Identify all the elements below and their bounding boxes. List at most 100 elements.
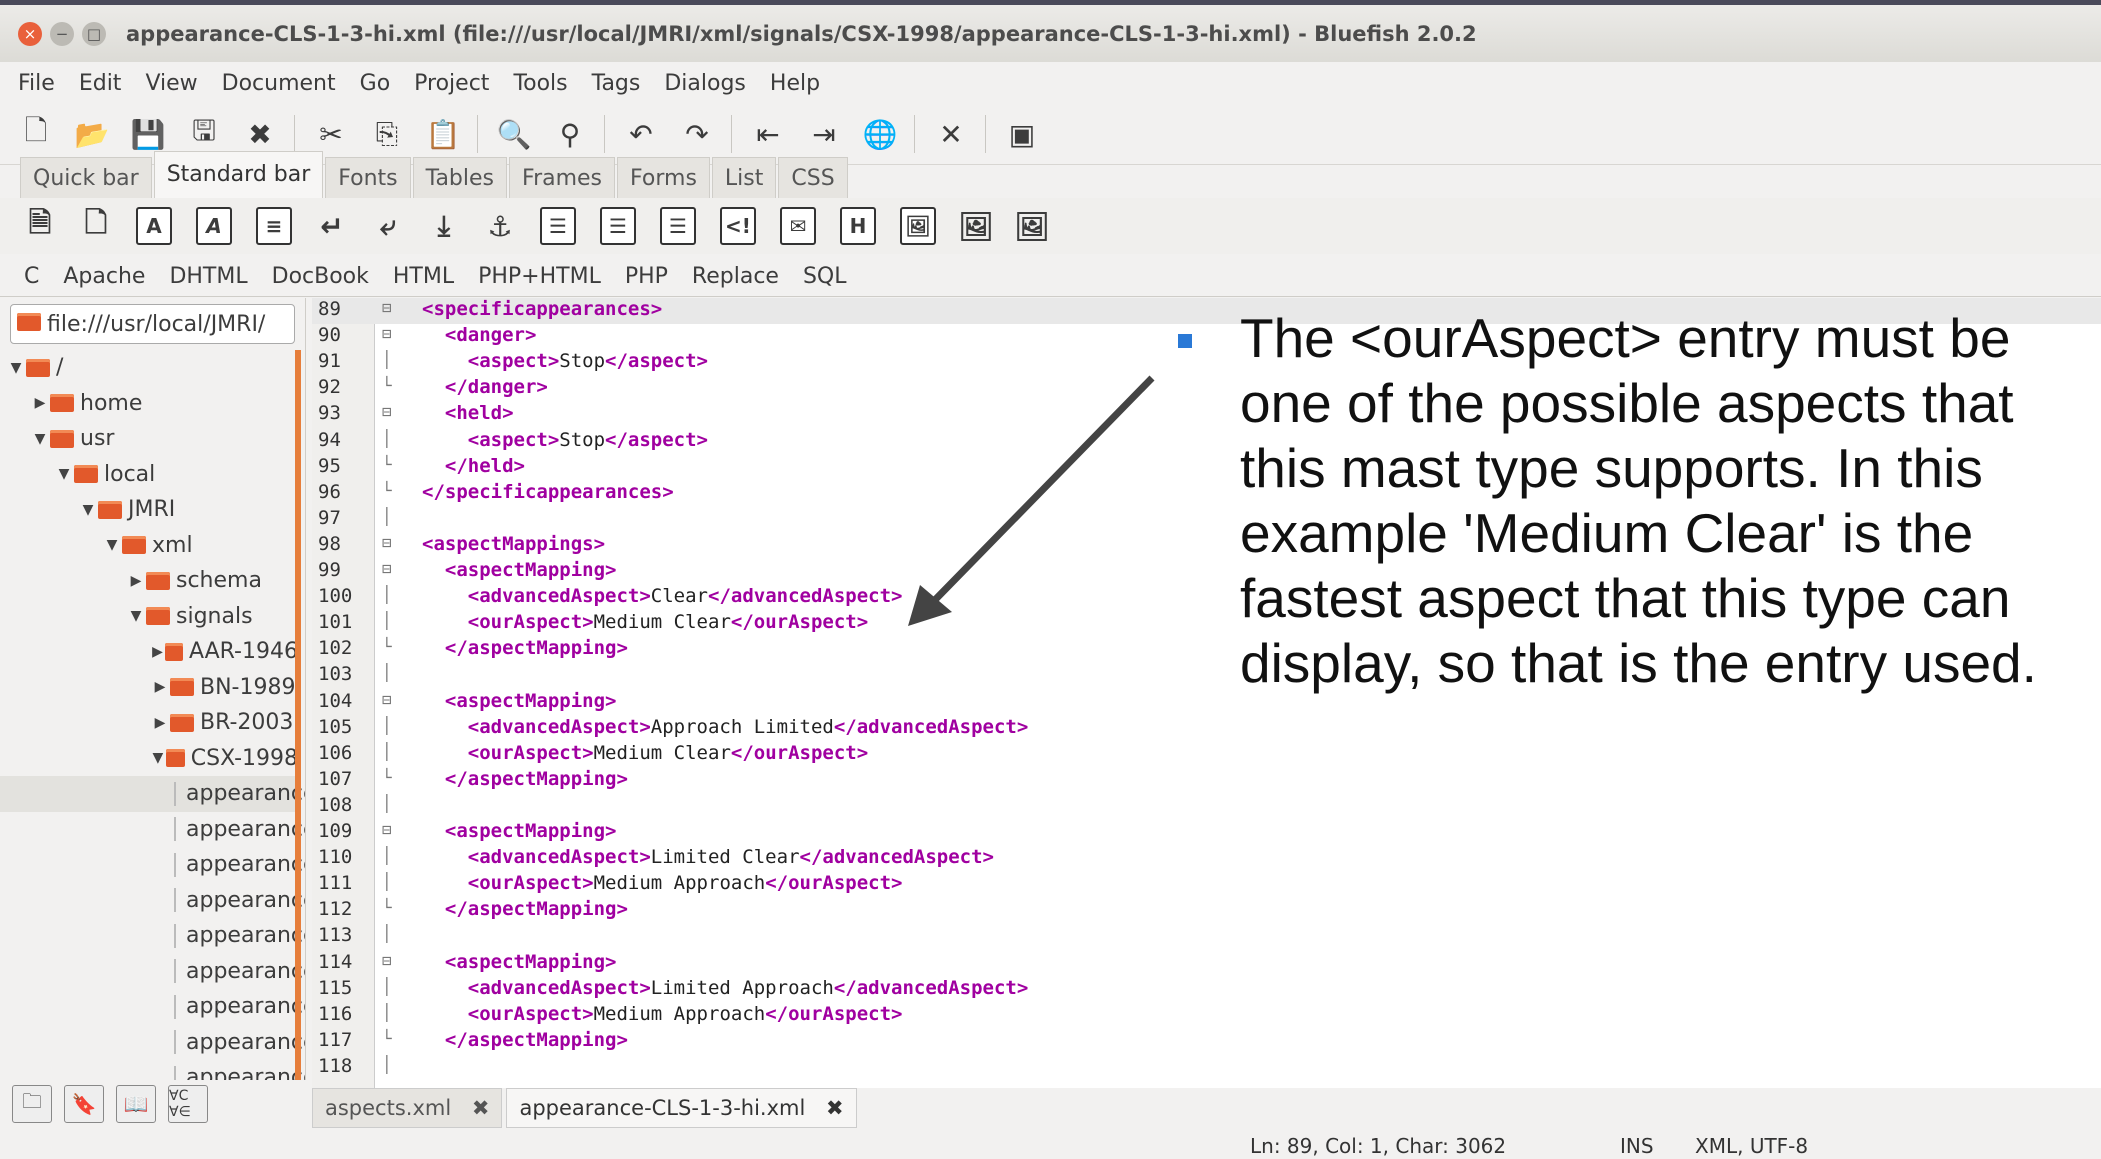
tree-item[interactable]: appearance — [0, 1025, 305, 1061]
fold-marker-icon[interactable]: │ — [382, 611, 392, 630]
tree-item[interactable]: ▼ usr — [0, 421, 298, 457]
fold-marker-icon[interactable]: │ — [382, 350, 392, 369]
document-tab[interactable]: aspects.xml ✖ — [312, 1088, 503, 1128]
expander-icon[interactable]: ▶ — [30, 395, 50, 411]
expander-icon[interactable]: ▼ — [102, 537, 122, 553]
tree-item[interactable]: ▼ CSX-1998 — [0, 741, 299, 777]
nbsp-icon[interactable]: ⤓ — [428, 209, 460, 243]
expander-icon[interactable]: ▼ — [126, 608, 146, 624]
filter-phphtml[interactable]: PHP+HTML — [478, 264, 601, 289]
expander-icon[interactable]: ▼ — [150, 750, 166, 766]
minimize-window-icon[interactable]: − — [50, 21, 74, 46]
fold-marker-icon[interactable]: ⊟ — [382, 690, 392, 709]
close-tab-icon[interactable]: ✖ — [465, 1096, 490, 1120]
tree-item[interactable]: appearance — [0, 989, 305, 1025]
tree-item[interactable]: appearance — [0, 954, 305, 990]
image-icon[interactable]: 🖼 — [900, 207, 936, 245]
expander-icon[interactable]: ▶ — [150, 644, 165, 660]
tree-item[interactable]: ▶ BN-1989 — [0, 670, 298, 706]
expander-icon[interactable]: ▶ — [126, 573, 146, 589]
tree-item[interactable]: appearance — [0, 812, 305, 848]
fold-marker-icon[interactable]: └ — [382, 768, 392, 787]
close-tab-icon[interactable]: ✖ — [819, 1096, 844, 1120]
save-as-icon[interactable]: 🖫 — [184, 114, 224, 154]
tab-css[interactable]: CSS — [778, 157, 848, 198]
menu-edit[interactable]: Edit — [79, 71, 122, 96]
menu-help[interactable]: Help — [770, 71, 820, 96]
tab-standard-bar[interactable]: Standard bar — [153, 151, 324, 198]
email-icon[interactable]: ✉ — [780, 207, 816, 245]
italic-icon[interactable]: A — [196, 207, 232, 245]
path-selector[interactable]: file:///usr/local/JMRI/ — [10, 304, 295, 344]
paste-icon[interactable]: 📋 — [423, 114, 463, 154]
fold-marker-icon[interactable]: └ — [382, 455, 392, 474]
fold-marker-icon[interactable]: │ — [382, 429, 392, 448]
filter-apache[interactable]: Apache — [63, 264, 145, 289]
tree-item[interactable]: ▼ local — [0, 457, 298, 493]
fold-marker-icon[interactable]: │ — [382, 924, 392, 943]
break-icon[interactable]: ↵ — [316, 209, 348, 243]
expander-icon[interactable]: ▼ — [30, 431, 50, 447]
close-icon[interactable]: ✖ — [240, 114, 280, 154]
tree-item[interactable]: ▼ / — [0, 350, 298, 386]
fold-marker-icon[interactable]: │ — [382, 872, 392, 891]
filter-php[interactable]: PHP — [625, 264, 668, 289]
menu-document[interactable]: Document — [222, 71, 336, 96]
new-icon[interactable]: 🗋 — [16, 114, 56, 154]
tree-item[interactable]: ▼ signals — [0, 599, 298, 635]
undo-icon[interactable]: ↶ — [621, 114, 661, 154]
cut-icon[interactable]: ✂ — [311, 114, 351, 154]
bold-icon[interactable]: A — [136, 207, 172, 245]
fold-marker-icon[interactable]: ⊟ — [382, 559, 392, 578]
tab-tables[interactable]: Tables — [412, 157, 508, 198]
tree-item[interactable]: appearance — [0, 776, 305, 812]
expander-icon[interactable]: ▶ — [150, 715, 170, 731]
folder-icon[interactable]: 🗀 — [12, 1085, 52, 1123]
expander-icon[interactable]: ▶ — [150, 679, 170, 695]
heading-icon[interactable]: H — [840, 207, 876, 245]
fold-marker-icon[interactable]: │ — [382, 716, 392, 735]
menu-tools[interactable]: Tools — [513, 71, 567, 96]
align-left-icon[interactable]: ☰ — [540, 207, 576, 245]
filter-replace[interactable]: Replace — [692, 264, 779, 289]
charmap-icon[interactable]: ∀C ∀∈ — [168, 1085, 208, 1123]
expander-icon[interactable]: ▼ — [54, 466, 74, 482]
find-icon[interactable]: 🔍 — [494, 114, 534, 154]
fold-marker-icon[interactable]: ⊟ — [382, 324, 392, 343]
tab-list[interactable]: List — [711, 157, 777, 198]
menu-dialogs[interactable]: Dialogs — [664, 71, 746, 96]
fold-marker-icon[interactable]: ⊟ — [382, 820, 392, 839]
tab-forms[interactable]: Forms — [617, 157, 710, 198]
menu-tags[interactable]: Tags — [592, 71, 641, 96]
filter-dhtml[interactable]: DHTML — [169, 264, 247, 289]
fold-marker-icon[interactable]: ⊟ — [382, 402, 392, 421]
tree-item[interactable]: appearance — [0, 918, 305, 954]
fref-icon[interactable]: 📖 — [116, 1085, 156, 1123]
indent-icon[interactable]: ⇥ — [804, 114, 844, 154]
document-tab[interactable]: appearance-CLS-1-3-hi.xml ✖ — [506, 1088, 857, 1128]
tree-item[interactable]: ▶ AAR-1946 — [0, 634, 298, 670]
fold-marker-icon[interactable]: │ — [382, 742, 392, 761]
tree-item[interactable]: appearance — [0, 1060, 305, 1080]
tab-quick-bar[interactable]: Quick bar — [20, 157, 152, 198]
tree-item[interactable]: ▼ JMRI — [0, 492, 298, 528]
fold-marker-icon[interactable]: └ — [382, 898, 392, 917]
menu-project[interactable]: Project — [414, 71, 489, 96]
filter-sql[interactable]: SQL — [803, 264, 847, 289]
tree-item[interactable]: ▶ schema — [0, 563, 298, 599]
align-center-icon[interactable]: ☰ — [600, 207, 636, 245]
save-icon[interactable]: 💾 — [128, 114, 168, 154]
paragraph-icon[interactable]: ≡ — [256, 207, 292, 245]
thumbnail-icon[interactable]: 🖼 — [958, 209, 994, 243]
expander-icon[interactable]: ▼ — [6, 360, 26, 376]
bookmark-icon[interactable]: 🔖 — [64, 1085, 104, 1123]
tree-item[interactable]: ▶ BR-2003 — [0, 705, 298, 741]
fullscreen-icon[interactable]: ▣ — [1002, 114, 1042, 154]
fold-marker-icon[interactable]: │ — [382, 794, 392, 813]
preview-icon[interactable]: 🌐 — [860, 114, 900, 154]
fold-marker-icon[interactable]: │ — [382, 977, 392, 996]
filter-docbook[interactable]: DocBook — [272, 264, 369, 289]
fold-marker-icon[interactable]: └ — [382, 1029, 392, 1048]
filter-html[interactable]: HTML — [393, 264, 454, 289]
fold-marker-icon[interactable]: │ — [382, 1055, 392, 1074]
